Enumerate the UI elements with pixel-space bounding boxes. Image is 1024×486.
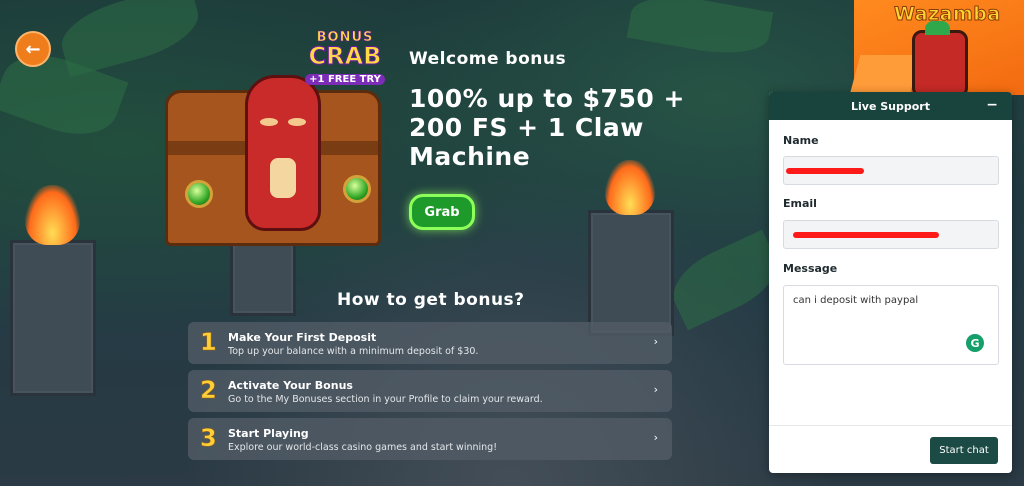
gem-icon — [185, 180, 213, 208]
chat-footer-divider — [769, 425, 1012, 426]
back-button[interactable]: ← — [15, 31, 51, 67]
step-item[interactable]: 1 Make Your First Deposit Top up your ba… — [188, 322, 672, 364]
email-label: Email — [783, 197, 817, 210]
step-title: Start Playing — [228, 427, 309, 440]
chat-title: Live Support — [851, 100, 930, 113]
step-number: 3 — [200, 424, 217, 453]
name-label: Name — [783, 134, 819, 147]
stone-pillar — [588, 210, 674, 336]
step-title: Make Your First Deposit — [228, 331, 377, 344]
steps-list: 1 Make Your First Deposit Top up your ba… — [188, 322, 672, 466]
message-text: can i deposit with paypal — [793, 295, 919, 306]
message-textarea[interactable]: can i deposit with paypal G — [783, 285, 999, 365]
minimize-icon[interactable]: − — [986, 97, 998, 113]
redaction-mark — [786, 168, 864, 174]
stone-pillar — [10, 240, 96, 396]
gem-icon — [343, 175, 371, 203]
chevron-right-icon: › — [653, 431, 658, 444]
step-title: Activate Your Bonus — [228, 379, 353, 392]
message-label: Message — [783, 262, 838, 275]
step-description: Explore our world-class casino games and… — [228, 442, 498, 453]
welcome-bonus-label: Welcome bonus — [409, 49, 567, 69]
chevron-right-icon: › — [653, 335, 658, 348]
brand-logo[interactable]: Wazamba — [894, 3, 1001, 26]
brand-decoration — [849, 55, 921, 95]
step-number: 2 — [200, 376, 217, 405]
how-to-title: How to get bonus? — [337, 290, 525, 310]
bonus-crab-logo: BONUS CRAB +1 FREE TRY — [305, 30, 385, 86]
tiki-totem-icon — [912, 21, 968, 98]
chat-header: Live Support − — [769, 92, 1012, 120]
step-number: 1 — [200, 328, 217, 357]
grab-button[interactable]: Grab — [409, 194, 475, 230]
step-item[interactable]: 3 Start Playing Explore our world-class … — [188, 418, 672, 460]
live-support-panel: Live Support − Name Email Message can i … — [769, 92, 1012, 473]
step-description: Top up your balance with a minimum depos… — [228, 346, 479, 357]
start-chat-button[interactable]: Start chat — [930, 437, 998, 464]
bonus-headline: 100% up to $750 + 200 FS + 1 Claw Machin… — [409, 84, 685, 171]
arrow-left-icon: ← — [25, 38, 41, 60]
redaction-mark — [793, 232, 939, 238]
tiki-mask — [245, 75, 321, 231]
step-description: Go to the My Bonuses section in your Pro… — [228, 394, 543, 405]
email-field[interactable] — [783, 220, 999, 249]
grammarly-icon[interactable]: G — [966, 334, 984, 352]
step-item[interactable]: 2 Activate Your Bonus Go to the My Bonus… — [188, 370, 672, 412]
bonus-crab-chest-illustration: BONUS CRAB +1 FREE TRY — [165, 30, 385, 246]
chevron-right-icon: › — [653, 383, 658, 396]
name-field[interactable] — [783, 156, 999, 185]
torch-flame — [25, 185, 80, 245]
